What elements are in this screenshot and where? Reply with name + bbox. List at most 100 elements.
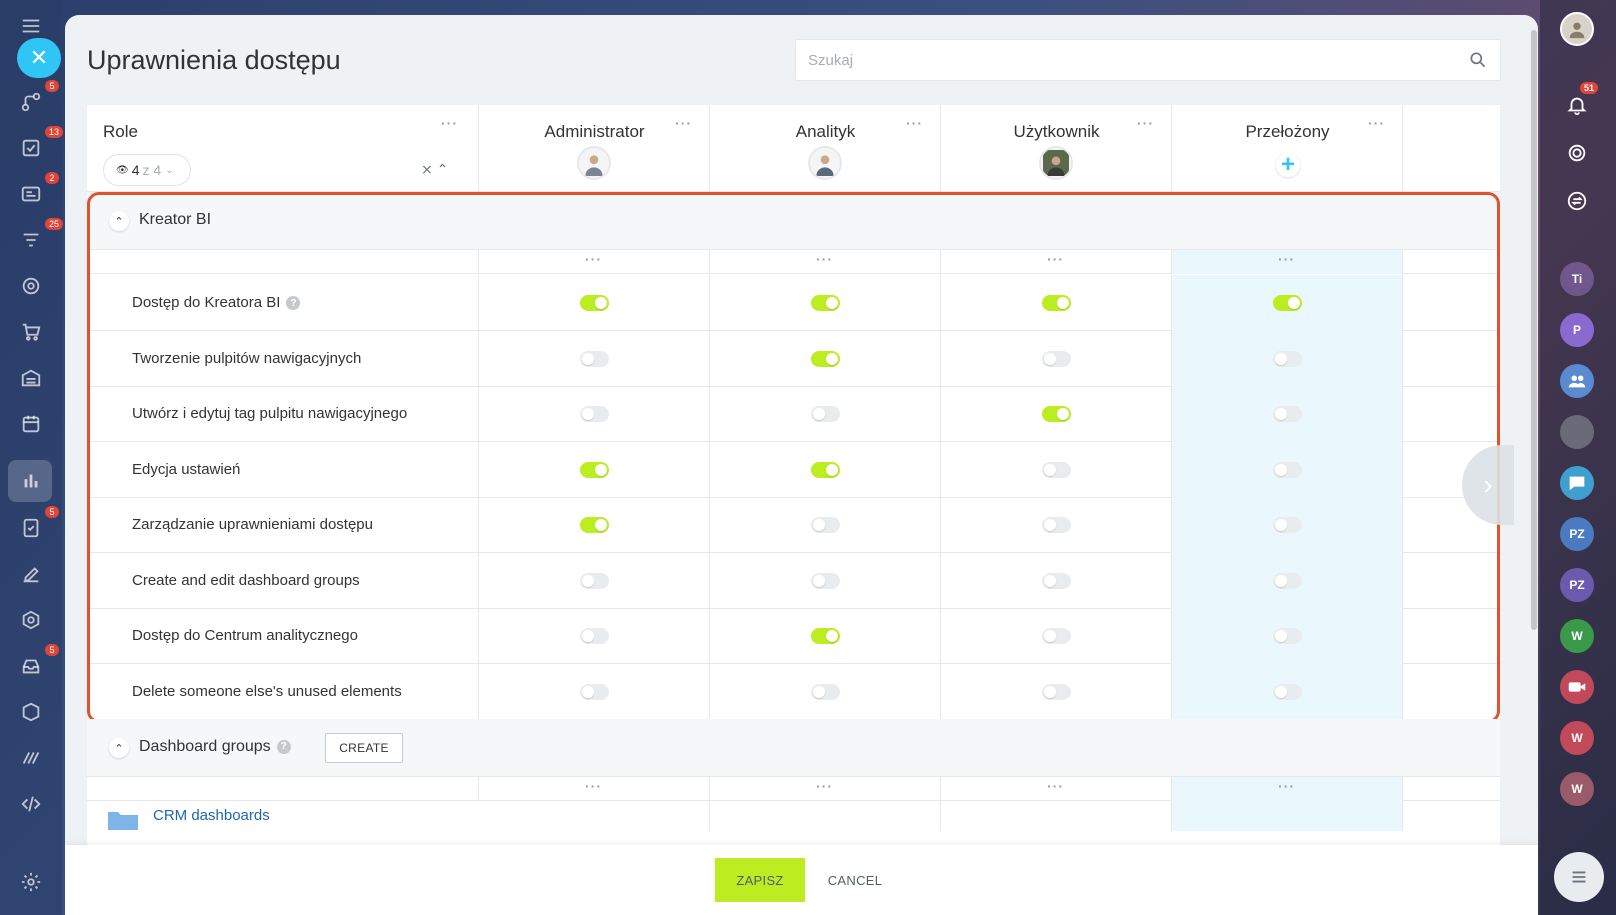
- permission-toggle[interactable]: [580, 628, 609, 644]
- column-more-icon[interactable]: ···: [585, 778, 602, 794]
- avatar[interactable]: [1039, 146, 1073, 180]
- permission-toggle[interactable]: [1273, 461, 1302, 478]
- documents-icon[interactable]: 5: [17, 506, 59, 542]
- permission-toggle[interactable]: [1273, 350, 1302, 367]
- permission-toggle[interactable]: [580, 406, 609, 422]
- tasks-icon[interactable]: 13: [17, 126, 64, 162]
- permission-toggle[interactable]: [1273, 572, 1302, 589]
- warehouse-icon[interactable]: [17, 364, 45, 392]
- column-more-icon[interactable]: ···: [816, 251, 833, 267]
- chat-list-icon[interactable]: [1554, 852, 1604, 902]
- permission-toggle[interactable]: [811, 350, 840, 367]
- permission-toggle[interactable]: [580, 572, 609, 589]
- save-button[interactable]: ZAPISZ: [715, 858, 805, 902]
- menu-icon[interactable]: [17, 12, 45, 40]
- avatar-ti[interactable]: Ti: [1560, 262, 1594, 296]
- code-icon[interactable]: [17, 790, 45, 818]
- add-user-button[interactable]: +: [1276, 151, 1300, 178]
- permission-toggle[interactable]: [580, 295, 609, 311]
- avatar[interactable]: [577, 146, 611, 180]
- column-more-icon[interactable]: ···: [1278, 251, 1295, 267]
- column-more-icon[interactable]: ···: [585, 251, 602, 267]
- group-avatar-icon[interactable]: [1560, 364, 1594, 398]
- permission-toggle[interactable]: [811, 295, 840, 311]
- analytics-icon[interactable]: [17, 467, 45, 495]
- funnel-icon[interactable]: 25: [17, 218, 64, 254]
- permission-toggle[interactable]: [811, 572, 840, 589]
- permission-toggle[interactable]: [811, 517, 840, 533]
- hexagon-icon[interactable]: [17, 606, 45, 634]
- target-icon[interactable]: [1560, 136, 1594, 170]
- permission-toggle[interactable]: [580, 517, 609, 533]
- role-filter-dropdown[interactable]: 👁 4 z 4 ⌄: [103, 154, 191, 186]
- permission-toggle[interactable]: [811, 683, 840, 700]
- permission-toggle[interactable]: [1042, 517, 1071, 533]
- section-header-kreator-bi[interactable]: ⌃ Kreator BI: [87, 192, 1500, 250]
- collapse-expand-icon[interactable]: ⨯ ⌃: [421, 161, 448, 178]
- permission-toggle[interactable]: [1042, 406, 1071, 422]
- chat-icon[interactable]: [1560, 466, 1594, 500]
- video-icon[interactable]: [1560, 670, 1594, 704]
- settings-icon[interactable]: [17, 868, 45, 896]
- chevron-up-icon[interactable]: ⌃: [109, 738, 129, 758]
- box-icon[interactable]: [17, 698, 45, 726]
- permission-toggle[interactable]: [1273, 295, 1302, 311]
- permission-toggle[interactable]: [811, 406, 840, 422]
- permission-toggle[interactable]: [1042, 461, 1071, 478]
- avatar-w-3[interactable]: W: [1560, 772, 1594, 806]
- column-more-icon[interactable]: ···: [1047, 251, 1064, 267]
- avatar-w-2[interactable]: W: [1560, 721, 1594, 755]
- avatar[interactable]: [808, 146, 842, 180]
- crm-icon[interactable]: 2: [17, 172, 59, 208]
- permission-toggle[interactable]: [1273, 628, 1302, 644]
- role-more-icon[interactable]: ···: [441, 115, 458, 131]
- column-more-icon[interactable]: ···: [1137, 115, 1154, 131]
- cart-icon[interactable]: [17, 318, 45, 346]
- column-more-icon[interactable]: ···: [675, 115, 692, 131]
- section-header-dashboard-groups[interactable]: ⌃ Dashboard groups? CREATE: [87, 719, 1500, 777]
- create-button[interactable]: CREATE: [325, 733, 403, 763]
- permission-toggle[interactable]: [1273, 683, 1302, 700]
- sign-icon[interactable]: [17, 560, 45, 588]
- chevron-up-icon[interactable]: ⌃: [109, 211, 129, 231]
- close-button[interactable]: ✕: [17, 38, 61, 78]
- column-more-icon[interactable]: ···: [1047, 778, 1064, 794]
- column-more-icon[interactable]: ···: [906, 115, 923, 131]
- permission-toggle[interactable]: [1273, 406, 1302, 422]
- permission-toggle[interactable]: [580, 683, 609, 700]
- scrollbar[interactable]: [1531, 30, 1537, 630]
- search-input[interactable]: [796, 40, 1436, 80]
- folder-name[interactable]: CRM dashboards: [153, 807, 270, 824]
- permission-toggle[interactable]: [1273, 517, 1302, 533]
- help-icon[interactable]: ?: [276, 739, 291, 754]
- search-icon[interactable]: [1468, 50, 1488, 70]
- cancel-button[interactable]: CANCEL: [823, 858, 887, 902]
- automation-icon[interactable]: [17, 744, 45, 772]
- column-more-icon[interactable]: ···: [816, 778, 833, 794]
- permission-toggle[interactable]: [1042, 350, 1071, 367]
- sync-icon[interactable]: [1560, 184, 1594, 218]
- list-item[interactable]: CRM dashboards: [87, 801, 1500, 831]
- column-more-icon[interactable]: ···: [1278, 778, 1295, 794]
- column-more-icon[interactable]: ···: [1368, 115, 1385, 131]
- avatar-pz-2[interactable]: PZ: [1560, 568, 1594, 602]
- avatar-w-1[interactable]: W: [1560, 619, 1594, 653]
- bell-icon[interactable]: 51: [1560, 82, 1599, 122]
- permission-toggle[interactable]: [811, 628, 840, 644]
- permission-toggle[interactable]: [811, 461, 840, 478]
- permission-toggle[interactable]: [1042, 628, 1071, 644]
- calendar-icon[interactable]: [17, 410, 45, 438]
- user-avatar[interactable]: [1560, 12, 1594, 46]
- workflow-icon[interactable]: 5: [17, 80, 59, 116]
- photo-avatar[interactable]: [1560, 415, 1594, 449]
- avatar-pz-1[interactable]: PZ: [1560, 517, 1594, 551]
- permission-toggle[interactable]: [1042, 572, 1071, 589]
- permission-toggle[interactable]: [580, 461, 609, 478]
- help-icon[interactable]: ?: [286, 296, 301, 311]
- avatar-p[interactable]: P: [1560, 313, 1594, 347]
- target-icon[interactable]: [17, 272, 45, 300]
- permission-toggle[interactable]: [1042, 683, 1071, 700]
- inbox-icon[interactable]: 5: [17, 644, 59, 680]
- permission-toggle[interactable]: [1042, 295, 1071, 311]
- permission-toggle[interactable]: [580, 350, 609, 367]
